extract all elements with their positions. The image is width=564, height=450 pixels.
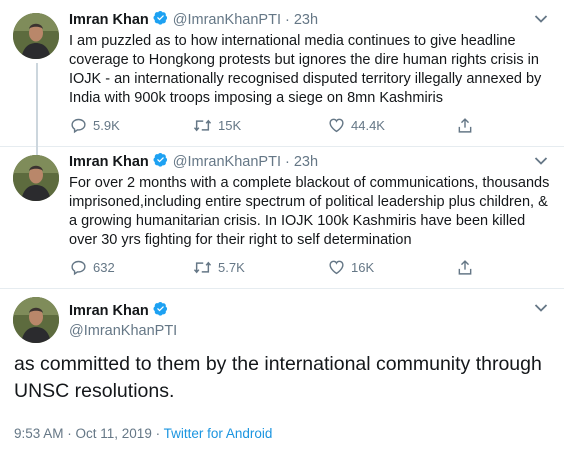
tweet-header: Imran Khan @ImranKhanPTI · 23h (69, 152, 318, 171)
reply-count: 632 (93, 260, 115, 275)
like-button[interactable]: 44.4K (328, 117, 385, 133)
tweet-1[interactable]: Imran Khan @ImranKhanPTI · 23h I am puzz… (0, 0, 564, 146)
reply-count: 5.9K (93, 118, 120, 133)
author-handle[interactable]: @ImranKhanPTI (69, 323, 177, 339)
separator-dot: · (284, 11, 290, 28)
author-name[interactable]: Imran Khan (69, 303, 149, 319)
verified-badge-icon (153, 152, 168, 171)
share-icon (458, 260, 472, 275)
retweet-button[interactable]: 15K (193, 117, 241, 134)
verified-badge-icon (153, 301, 168, 320)
separator-dot: · (284, 153, 290, 170)
retweet-icon (193, 261, 212, 274)
share-button[interactable] (457, 117, 479, 134)
like-icon (329, 260, 344, 275)
reply-button[interactable]: 5.9K (70, 117, 120, 134)
like-icon (329, 118, 344, 133)
tweet-header: Imran Khan @ImranKhanPTI · 23h (69, 10, 318, 29)
divider (0, 288, 564, 289)
author-handle[interactable]: @ImranKhanPTI (173, 12, 281, 28)
share-icon (458, 118, 472, 133)
author-name[interactable]: Imran Khan (69, 12, 149, 28)
main-tweet-text: as committed to them by the internationa… (14, 353, 542, 402)
caret-down-icon[interactable] (534, 156, 548, 166)
like-button[interactable]: 16K (328, 259, 374, 275)
tweet-meta: 9:53 AM · Oct 11, 2019 · Twitter for And… (14, 426, 272, 441)
author-name[interactable]: Imran Khan (69, 154, 149, 170)
avatar[interactable] (13, 13, 59, 59)
main-tweet-author: Imran Khan @ImranKhanPTI (69, 301, 177, 339)
like-count: 16K (351, 259, 375, 275)
verified-badge-icon (153, 10, 168, 29)
caret-down-icon[interactable] (534, 14, 548, 24)
source-link[interactable]: Twitter for Android (164, 426, 273, 441)
reply-button[interactable]: 632 (70, 259, 115, 276)
tweet-time[interactable]: 23h (294, 154, 318, 170)
retweet-count: 15K (218, 118, 242, 133)
caret-down-icon[interactable] (534, 303, 548, 313)
thread-line (36, 63, 38, 146)
author-handle[interactable]: @ImranKhanPTI (173, 154, 281, 170)
reply-icon (71, 260, 86, 276)
timestamp[interactable]: 9:53 AM · Oct 11, 2019 · (14, 426, 164, 441)
share-button[interactable] (457, 259, 479, 276)
tweet-time[interactable]: 23h (294, 12, 318, 28)
reply-icon (71, 118, 86, 134)
author-name-row: Imran Khan (69, 301, 177, 320)
avatar[interactable] (13, 155, 59, 201)
retweet-count: 5.7K (218, 260, 245, 275)
like-count: 44.4K (351, 117, 385, 133)
retweet-icon (193, 119, 212, 132)
tweet-text: For over 2 months with a complete blacko… (69, 175, 550, 248)
tweet-text: I am puzzled as to how international med… (69, 33, 542, 106)
avatar[interactable] (13, 297, 59, 343)
tweet-2[interactable]: Imran Khan @ImranKhanPTI · 23h For over … (0, 146, 564, 288)
retweet-button[interactable]: 5.7K (193, 259, 245, 276)
